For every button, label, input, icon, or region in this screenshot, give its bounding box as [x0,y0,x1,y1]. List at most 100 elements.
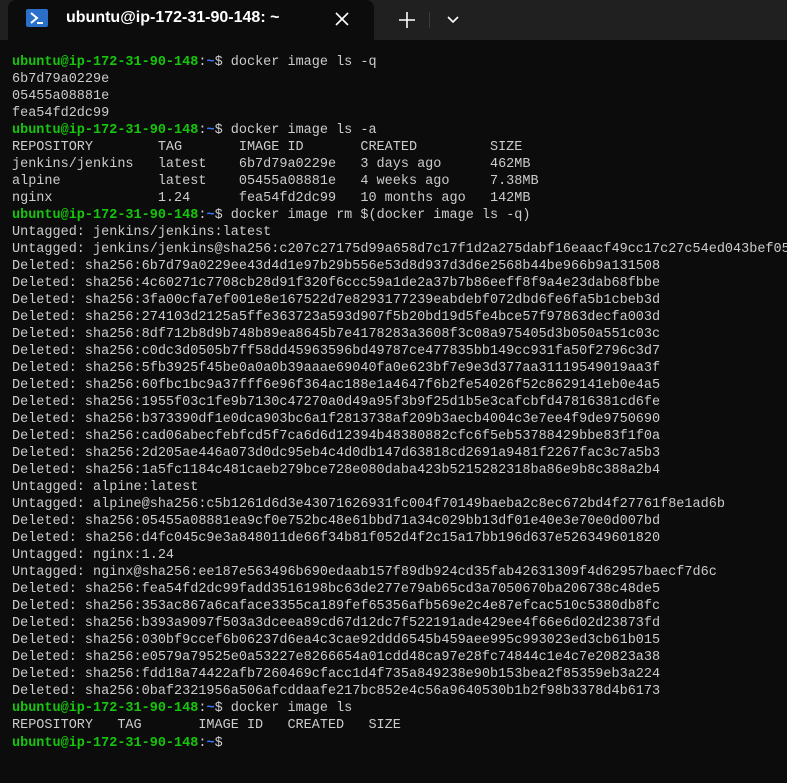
output-line: Deleted: sha256:5fb3925f45be0a0a0b39aaae… [12,360,787,377]
tab-title: ubuntu@ip-172-31-90-148: ~ [66,9,280,26]
prompt-line: ubuntu@ip-172-31-90-148:~$ docker image … [12,122,787,139]
output-text: Deleted: sha256:05455a08881ea9cf0e752bc4… [12,514,661,529]
prompt-dollar: $ [214,701,231,716]
command-text: docker image rm $(docker image ls -q) [230,208,531,223]
output-line: REPOSITORY TAG IMAGE ID CREATED SIZE [12,717,787,734]
output-text: Deleted: sha256:b373390df1e0dca903bc6a1f… [12,412,661,427]
output-text: Untagged: nginx@sha256:ee187e563496b690e… [12,565,717,580]
output-text: Deleted: sha256:d4fc045c9e3a848011de66f3… [12,531,661,546]
powershell-terminal-icon [26,9,48,27]
prompt-line: ubuntu@ip-172-31-90-148:~$ docker image … [12,700,787,717]
output-text: jenkins/jenkins latest 6b7d79a0229e 3 da… [12,157,531,172]
output-line: fea54fd2dc99 [12,105,787,122]
terminal-tab[interactable]: ubuntu@ip-172-31-90-148: ~ [8,0,374,40]
output-line: Deleted: sha256:b373390df1e0dca903bc6a1f… [12,411,787,428]
prompt-dollar: $ [214,55,231,70]
title-bar: ubuntu@ip-172-31-90-148: ~ [0,0,787,40]
output-text: Deleted: sha256:1955f03c1fe9b7130c47270a… [12,395,661,410]
output-text: Deleted: sha256:1a5fc1184c481caeb279bce7… [12,463,661,478]
prompt-dollar: $ [214,208,231,223]
output-line: Deleted: sha256:274103d2125a5ffe363723a5… [12,309,787,326]
output-text: REPOSITORY TAG IMAGE ID CREATED SIZE [12,140,523,155]
output-text: Deleted: sha256:274103d2125a5ffe363723a5… [12,310,661,325]
prompt-path: ~ [206,208,215,223]
output-text: fea54fd2dc99 [12,106,110,121]
output-text: Deleted: sha256:5fb3925f45be0a0a0b39aaae… [12,361,661,376]
terminal-output[interactable]: ubuntu@ip-172-31-90-148:~$ docker image … [12,54,787,751]
output-line: Deleted: sha256:e0579a79525e0a53227e8266… [12,649,787,666]
prompt-line: ubuntu@ip-172-31-90-148:~$ [12,734,787,751]
output-line: 6b7d79a0229e [12,71,787,88]
prompt-user-host: ubuntu@ip-172-31-90-148 [12,208,199,223]
output-text: Untagged: alpine:latest [12,480,199,495]
output-text: Untagged: alpine@sha256:c5b1261d6d3e4307… [12,497,725,512]
command-text: docker image ls [230,701,353,716]
output-line: Deleted: sha256:3fa00cfa7ef001e8e167522d… [12,292,787,309]
output-text: Deleted: sha256:fea54fd2dc99fadd3516198b… [12,582,661,597]
output-line: 05455a08881e [12,88,787,105]
output-line: Deleted: sha256:c0dc3d0505b7ff58dd459635… [12,343,787,360]
output-line: Deleted: sha256:4c60271c7708cb28d91f320f… [12,275,787,292]
output-line: Untagged: alpine:latest [12,479,787,496]
output-text: Deleted: sha256:353ac867a6caface3355ca18… [12,599,661,614]
prompt-user-host: ubuntu@ip-172-31-90-148 [12,701,199,716]
output-line: Deleted: sha256:1a5fc1184c481caeb279bce7… [12,462,787,479]
output-text: Deleted: sha256:2d205ae446a073d0dc95eb4c… [12,446,661,461]
output-line: Untagged: jenkins/jenkins:latest [12,224,787,241]
output-line: Deleted: sha256:fdd18a74422afb7260469cfa… [12,666,787,683]
output-line: Deleted: sha256:60fbc1bc9a37fff6e96f364a… [12,377,787,394]
output-text: Deleted: sha256:030bf9ccef6b06237d6ea4c3… [12,633,661,648]
output-line: Deleted: sha256:fea54fd2dc99fadd3516198b… [12,581,787,598]
output-text: Deleted: sha256:8df712b8d9b748b89ea8645b… [12,327,661,342]
output-text: Deleted: sha256:4c60271c7708cb28d91f320f… [12,276,661,291]
output-line: Deleted: sha256:030bf9ccef6b06237d6ea4c3… [12,632,787,649]
output-line: Deleted: sha256:2d205ae446a073d0dc95eb4c… [12,445,787,462]
output-line: alpine latest 05455a08881e 4 weeks ago 7… [12,173,787,190]
output-text: Deleted: sha256:b393a9097f503a3dceea89cd… [12,616,661,631]
output-line: Deleted: sha256:d4fc045c9e3a848011de66f3… [12,530,787,547]
output-text: nginx 1.24 fea54fd2dc99 10 months ago 14… [12,191,531,206]
close-icon[interactable] [330,7,354,31]
text-cursor [231,734,239,749]
output-text: REPOSITORY TAG IMAGE ID CREATED SIZE [12,718,401,733]
output-line: jenkins/jenkins latest 6b7d79a0229e 3 da… [12,156,787,173]
prompt-path: ~ [206,701,215,716]
output-line: Deleted: sha256:6b7d79a0229ee43d4d1e97b2… [12,258,787,275]
output-text: Deleted: sha256:6b7d79a0229ee43d4d1e97b2… [12,259,661,274]
output-text: Deleted: sha256:fdd18a74422afb7260469cfa… [12,667,661,682]
output-text: Untagged: jenkins/jenkins:latest [12,225,272,240]
output-line: Untagged: nginx:1.24 [12,547,787,564]
output-line: Untagged: jenkins/jenkins@sha256:c207c27… [12,241,787,258]
output-text: Deleted: sha256:0baf2321956a506afcddaafe… [12,684,661,699]
prompt-path: ~ [206,123,215,138]
prompt-line: ubuntu@ip-172-31-90-148:~$ docker image … [12,54,787,71]
output-line: Deleted: sha256:b393a9097f503a3dceea89cd… [12,615,787,632]
output-line: Untagged: nginx@sha256:ee187e563496b690e… [12,564,787,581]
output-text: 05455a08881e [12,89,110,104]
output-text: Deleted: sha256:60fbc1bc9a37fff6e96f364a… [12,378,661,393]
output-text: Deleted: sha256:e0579a79525e0a53227e8266… [12,650,661,665]
prompt-user-host: ubuntu@ip-172-31-90-148 [12,123,199,138]
command-text: docker image ls -a [230,123,377,138]
output-line: Deleted: sha256:1955f03c1fe9b7130c47270a… [12,394,787,411]
chevron-down-icon[interactable] [440,7,466,33]
output-text: Untagged: jenkins/jenkins@sha256:c207c27… [12,242,787,257]
output-text: Deleted: sha256:3fa00cfa7ef001e8e167522d… [12,293,661,308]
titlebar-divider [429,12,430,28]
output-line: nginx 1.24 fea54fd2dc99 10 months ago 14… [12,190,787,207]
output-line: Deleted: sha256:0baf2321956a506afcddaafe… [12,683,787,700]
output-text: alpine latest 05455a08881e 4 weeks ago 7… [12,174,539,189]
output-line: Deleted: sha256:8df712b8d9b748b89ea8645b… [12,326,787,343]
output-line: REPOSITORY TAG IMAGE ID CREATED SIZE [12,139,787,156]
prompt-dollar: $ [214,123,231,138]
output-line: Untagged: alpine@sha256:c5b1261d6d3e4307… [12,496,787,513]
terminal-window: ubuntu@ip-172-31-90-148: ~ ubuntu@ip-172… [0,0,787,783]
prompt-line: ubuntu@ip-172-31-90-148:~$ docker image … [12,207,787,224]
prompt-path: ~ [206,736,215,751]
plus-icon[interactable] [394,7,420,33]
prompt-path: ~ [206,55,215,70]
output-line: Deleted: sha256:cad06abecfebfcd5f7ca6d6d… [12,428,787,445]
prompt-user-host: ubuntu@ip-172-31-90-148 [12,55,199,70]
output-text: 6b7d79a0229e [12,72,110,87]
prompt-dollar: $ [214,736,231,751]
